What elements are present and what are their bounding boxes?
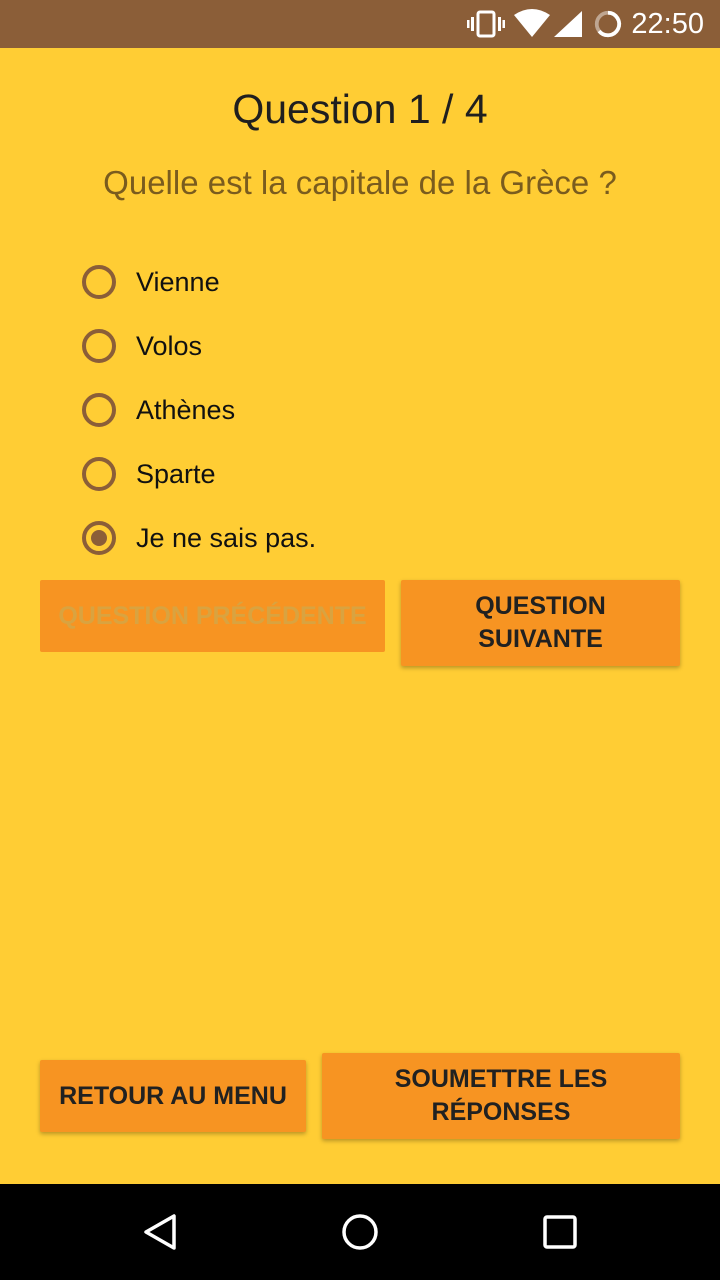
radio-button[interactable] [82,265,116,299]
option-label: Volos [136,330,203,361]
radio-button[interactable] [82,329,116,363]
previous-question-button[interactable]: QUESTION PRÉCÉDENTE [40,580,385,652]
radio-button[interactable] [82,393,116,427]
vibrate-icon [467,10,505,38]
back-icon[interactable] [138,1210,182,1254]
option-label: Vienne [136,266,220,297]
option-sparte[interactable]: Sparte [82,442,642,506]
submit-answers-button[interactable]: SOUMETTRE LES RÉPONSES [322,1053,680,1139]
radio-button[interactable] [82,457,116,491]
question-text: Quelle est la capitale de la Grèce ? [103,164,617,201]
option-athenes[interactable]: Athènes [82,378,642,442]
option-label: Sparte [136,458,216,489]
signal-icon [554,11,582,37]
option-label: Athènes [136,394,236,425]
back-to-menu-button[interactable]: RETOUR AU MENU [40,1060,306,1132]
wifi-icon [514,9,550,37]
recents-icon[interactable] [538,1210,582,1254]
answer-options: Vienne Volos Athènes Sparte Je ne sais p… [82,250,642,570]
next-question-button[interactable]: QUESTION SUIVANTE [401,580,680,666]
navigation-bar [0,1184,720,1280]
radio-button[interactable] [82,521,116,555]
status-bar: 22:50 [0,0,720,48]
option-label: Je ne sais pas. [136,522,317,553]
question-counter: Question 1 / 4 [232,86,488,132]
status-time: 22:50 [631,8,704,40]
option-vienne[interactable]: Vienne [82,250,642,314]
home-icon[interactable] [338,1210,382,1254]
option-je-ne-sais-pas[interactable]: Je ne sais pas. [82,506,642,570]
option-volos[interactable]: Volos [82,314,642,378]
battery-icon [594,10,622,38]
